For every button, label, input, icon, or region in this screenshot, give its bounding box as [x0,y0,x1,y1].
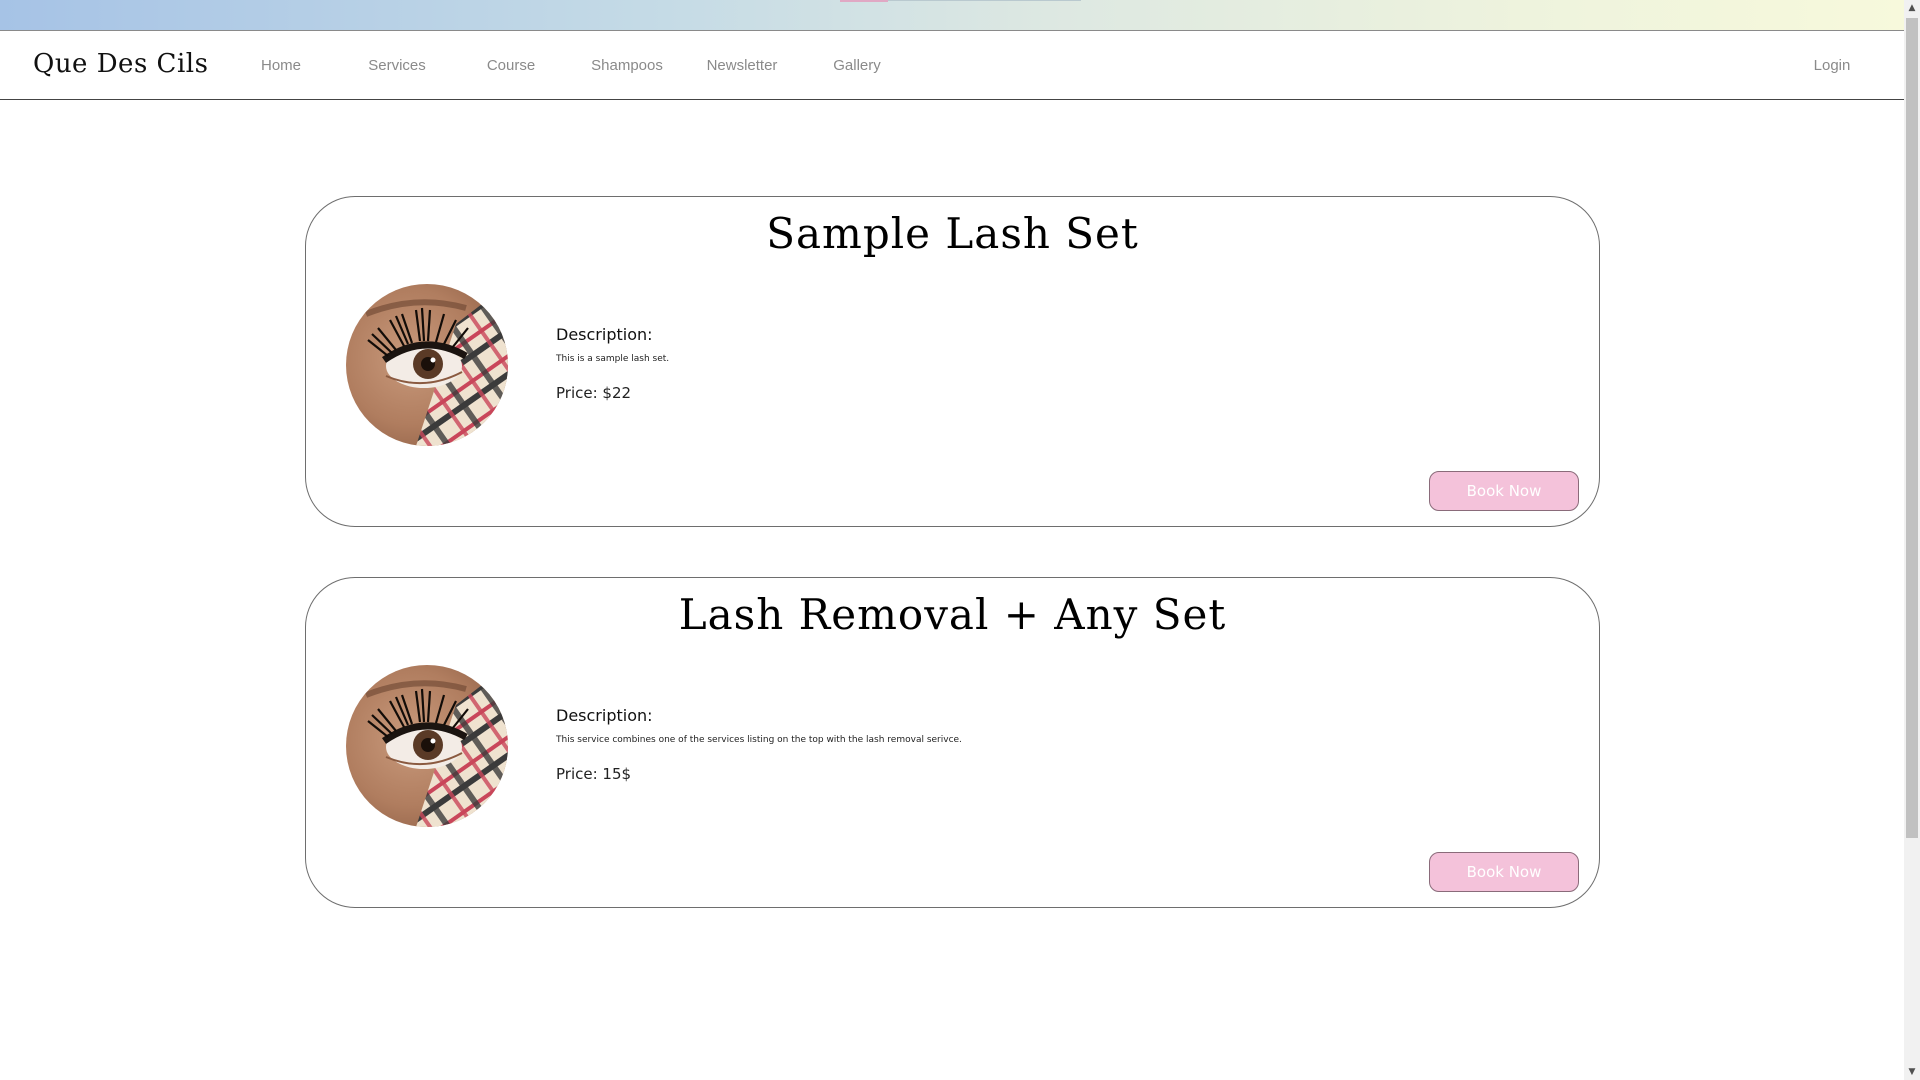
service-card: Sample Lash Set Description: This is a s… [305,196,1600,527]
nav-shampoos[interactable]: Shampoos [591,57,663,74]
description-label: Description: [556,706,653,725]
nav-newsletter[interactable]: Newsletter [707,57,778,74]
nav-services[interactable]: Services [368,57,426,74]
top-gradient-bar [0,0,1904,31]
description-label: Description: [556,325,653,344]
nav-login[interactable]: Login [1814,57,1851,74]
page-scrollbar[interactable]: ▲ ▼ [1904,0,1920,1080]
lash-eye-image [346,665,508,827]
brand-logo[interactable]: Que Des Cils [33,49,208,79]
top-accent-line [888,0,1081,1]
service-card: Lash Removal + Any Set Description: This… [305,577,1600,908]
price-label: Price: $22 [556,384,632,402]
service-title: Sample Lash Set [766,209,1139,258]
description-text: This is a sample lash set. [556,354,670,364]
nav-home[interactable]: Home [261,57,301,74]
navbar: Que Des Cils Home Services Course Shampo… [0,31,1904,100]
nav-course[interactable]: Course [487,57,535,74]
description-text: This service combines one of the service… [556,735,962,745]
nav-gallery[interactable]: Gallery [833,57,881,74]
book-now-button[interactable]: Book Now [1429,852,1579,892]
service-title: Lash Removal + Any Set [678,590,1227,639]
scrollbar-thumb[interactable] [1906,18,1918,838]
lash-eye-image [346,284,508,446]
service-photo [346,665,508,827]
service-photo [346,284,508,446]
book-now-button[interactable]: Book Now [1429,471,1579,511]
scroll-down-icon[interactable]: ▼ [1904,1064,1920,1080]
top-accent-strip [840,0,888,2]
scroll-up-icon[interactable]: ▲ [1904,0,1920,16]
price-label: Price: 15$ [556,765,632,783]
